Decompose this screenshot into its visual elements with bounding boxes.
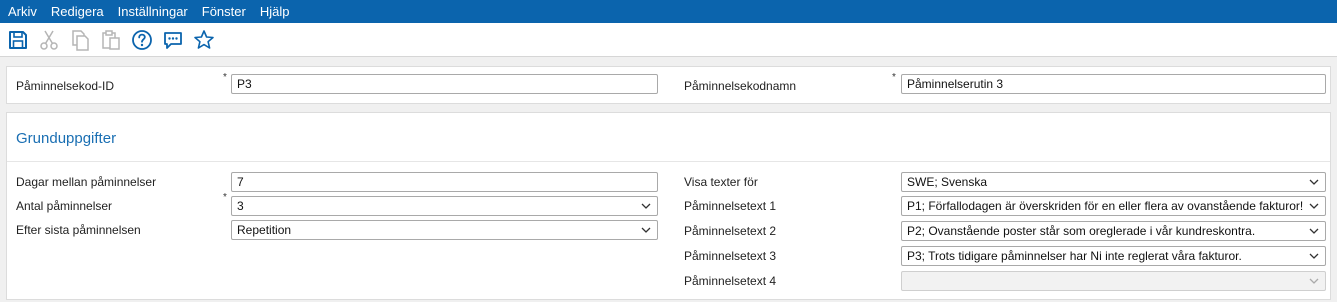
after-last-reminder-value: Repetition xyxy=(237,223,292,237)
favorite-star-icon xyxy=(194,29,214,49)
days-between-reminders-label: Dagar mellan påminnelser xyxy=(16,175,157,189)
menu-redigera[interactable]: Redigera xyxy=(43,0,110,23)
days-between-reminders-input[interactable]: 7 xyxy=(231,172,658,192)
reminder-text-2-select[interactable]: P2; Ovanstående poster står som oreglera… xyxy=(901,221,1326,241)
chevron-down-icon xyxy=(1309,179,1319,185)
cut-icon xyxy=(40,30,58,50)
copy-icon xyxy=(72,29,89,51)
chevron-down-icon xyxy=(1309,203,1319,209)
section-title: Grunduppgifter xyxy=(16,130,117,147)
menu-fonster[interactable]: Fönster xyxy=(194,0,252,23)
number-of-reminders-label: Antal påminnelser xyxy=(16,199,113,213)
show-texts-for-value: SWE; Svenska xyxy=(907,175,988,189)
required-marker: * xyxy=(223,72,227,83)
reminder-text-4-select[interactable] xyxy=(901,271,1326,291)
comment-button[interactable] xyxy=(160,26,186,54)
after-last-reminder-select[interactable]: Repetition xyxy=(231,220,658,240)
copy-button[interactable] xyxy=(67,26,93,54)
reminder-code-name-input[interactable]: Påminnelserutin 3 xyxy=(901,74,1326,94)
reminder-text-2-label: Påminnelsetext 2 xyxy=(684,224,777,238)
reminder-code-name-label: Påminnelsekodnamn xyxy=(684,79,797,93)
save-icon xyxy=(9,30,27,49)
cut-button[interactable] xyxy=(36,26,62,54)
toolbar xyxy=(0,23,1337,57)
paste-icon xyxy=(102,29,120,50)
show-texts-for-label: Visa texter för xyxy=(684,175,758,189)
section-divider xyxy=(7,161,1330,162)
reminder-text-3-value: P3; Trots tidigare påminnelser har Ni in… xyxy=(907,249,1242,263)
basic-info-panel: Grunduppgifter Dagar mellan påminnelser … xyxy=(6,112,1331,300)
after-last-reminder-label: Efter sista påminnelsen xyxy=(16,223,141,237)
favorite-button[interactable] xyxy=(191,26,217,54)
id-panel: Påminnelsekod-ID * P3 Påminnelsekodnamn … xyxy=(6,66,1331,104)
reminder-text-3-label: Påminnelsetext 3 xyxy=(684,249,777,263)
reminder-text-1-select[interactable]: P1; Förfallodagen är överskriden för en … xyxy=(901,196,1326,216)
save-button[interactable] xyxy=(5,26,31,54)
reminder-code-id-label: Påminnelsekod-ID xyxy=(16,79,115,93)
required-marker: * xyxy=(892,72,896,83)
comment-icon xyxy=(164,31,182,49)
menu-arkiv[interactable]: Arkiv xyxy=(0,0,43,23)
reminder-text-1-value: P1; Förfallodagen är överskriden för en … xyxy=(907,199,1304,213)
menu-installningar[interactable]: Inställningar xyxy=(110,0,194,23)
show-texts-for-select[interactable]: SWE; Svenska xyxy=(901,172,1326,192)
reminder-text-4-label: Påminnelsetext 4 xyxy=(684,274,777,288)
reminder-text-1-label: Påminnelsetext 1 xyxy=(684,199,777,213)
help-button[interactable] xyxy=(129,26,155,54)
reminder-code-id-input[interactable]: P3 xyxy=(231,74,658,94)
paste-button[interactable] xyxy=(98,26,124,54)
reminder-text-2-value: P2; Ovanstående poster står som oreglera… xyxy=(907,224,1256,238)
chevron-down-icon xyxy=(1309,278,1319,284)
required-marker: * xyxy=(223,192,227,203)
menu-bar: Arkiv Redigera Inställningar Fönster Hjä… xyxy=(0,0,1337,23)
menu-hjalp[interactable]: Hjälp xyxy=(252,0,296,23)
chevron-down-icon xyxy=(1309,228,1319,234)
chevron-down-icon xyxy=(1309,253,1319,259)
help-icon xyxy=(132,29,152,50)
chevron-down-icon xyxy=(641,203,651,209)
number-of-reminders-value: 3 xyxy=(237,199,244,213)
reminder-text-3-select[interactable]: P3; Trots tidigare påminnelser har Ni in… xyxy=(901,246,1326,266)
number-of-reminders-select[interactable]: 3 xyxy=(231,196,658,216)
chevron-down-icon xyxy=(641,227,651,233)
